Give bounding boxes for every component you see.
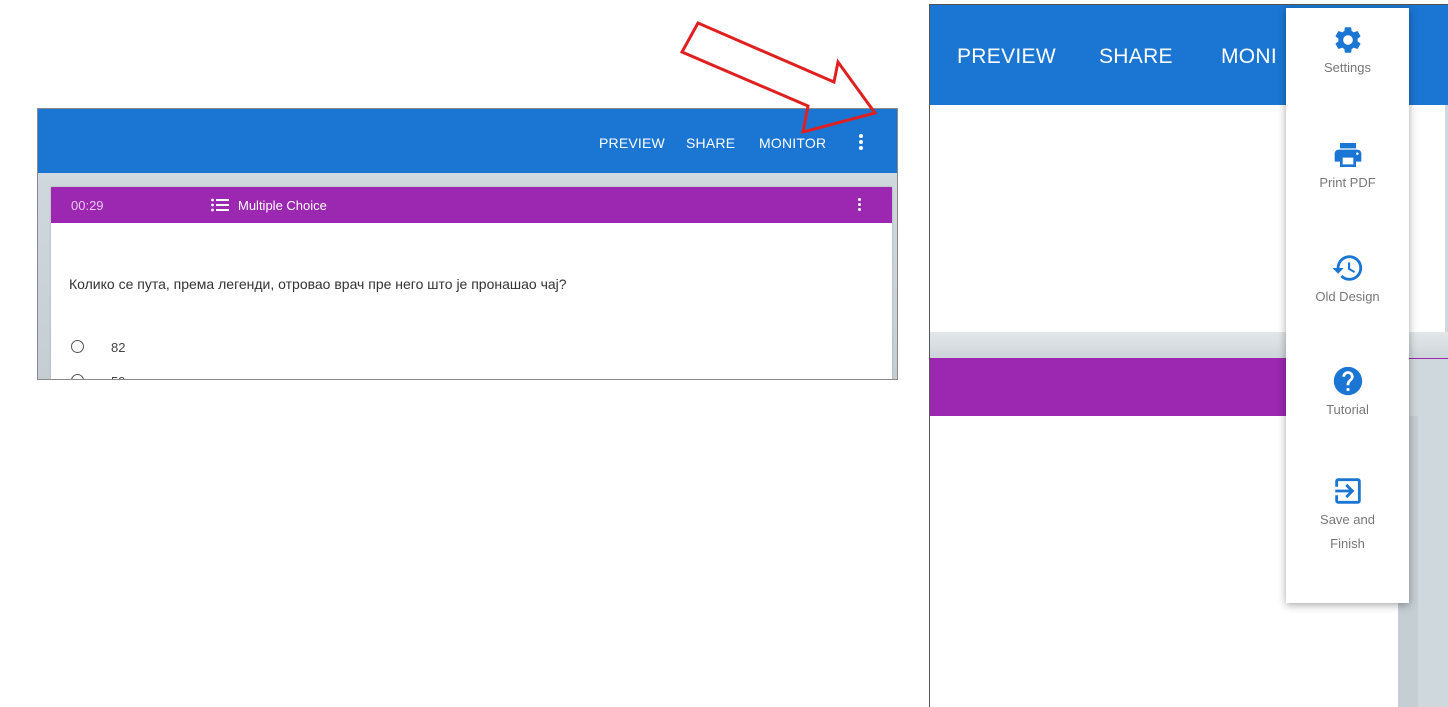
menu-item-label: Save and — [1320, 512, 1375, 527]
preview-button[interactable]: PREVIEW — [957, 45, 1056, 69]
menu-item-save-and-finish[interactable]: Save and Finish — [1286, 474, 1409, 556]
menu-item-settings[interactable]: Settings — [1286, 24, 1409, 80]
printer-icon — [1334, 143, 1361, 167]
menu-item-label: Print PDF — [1319, 175, 1376, 190]
share-button[interactable]: SHARE — [1099, 45, 1173, 69]
exit-icon — [1334, 478, 1361, 504]
menu-item-tutorial[interactable]: Tutorial — [1286, 364, 1409, 422]
menu-item-label: Tutorial — [1326, 402, 1369, 417]
menu-item-label: Finish — [1330, 536, 1365, 551]
menu-item-print-pdf[interactable]: Print PDF — [1286, 139, 1409, 195]
more-options-menu: Settings Print PDF Old Design Tutorial S… — [1286, 8, 1409, 603]
menu-item-label: Settings — [1324, 60, 1371, 75]
gear-icon — [1335, 27, 1360, 53]
menu-item-label: Old Design — [1315, 289, 1380, 304]
help-circle-icon — [1333, 366, 1362, 396]
monitor-button[interactable]: MONI — [1221, 45, 1277, 69]
history-icon — [1331, 255, 1362, 281]
menu-item-old-design[interactable]: Old Design — [1286, 251, 1409, 309]
